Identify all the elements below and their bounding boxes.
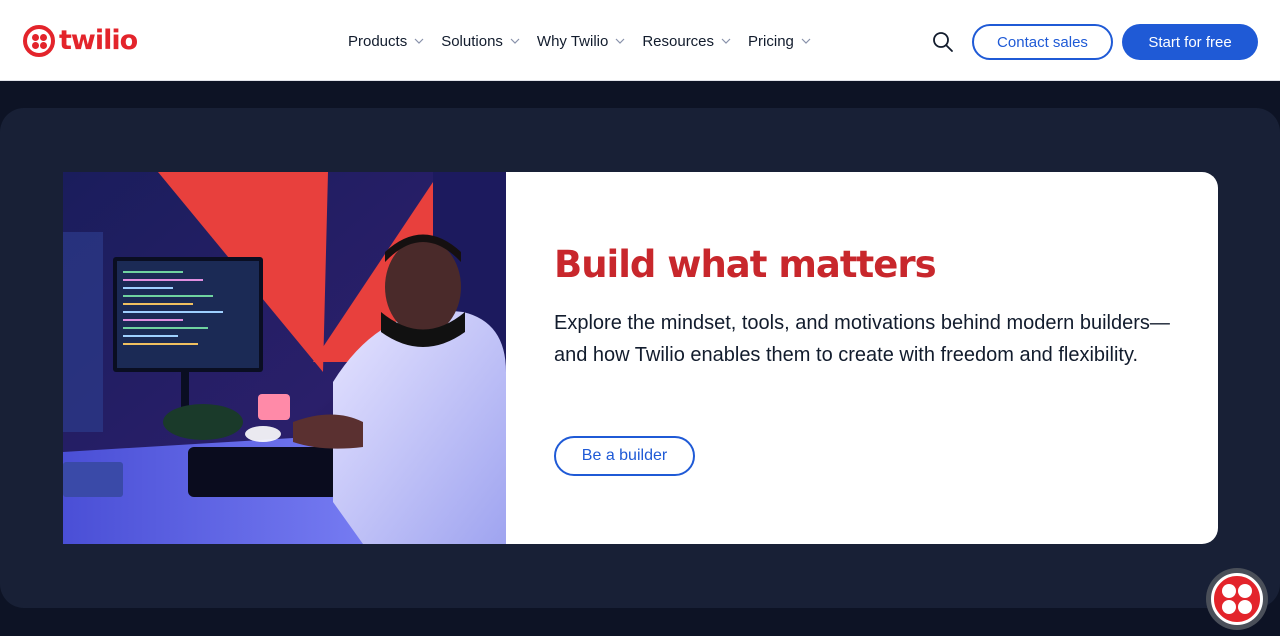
nav-item-products[interactable]: Products — [348, 30, 425, 52]
twilio-logo-icon — [23, 25, 55, 57]
nav-item-label: Resources — [642, 32, 715, 50]
be-a-builder-button[interactable]: Be a builder — [554, 436, 695, 476]
nav-item-solutions[interactable]: Solutions — [441, 30, 521, 52]
hero-card: Build what matters Explore the mindset, … — [63, 172, 1218, 544]
developer-at-desk-photo — [63, 172, 506, 544]
search-icon[interactable] — [931, 30, 955, 54]
chevron-down-icon — [414, 38, 424, 44]
start-for-free-button[interactable]: Start for free — [1122, 24, 1258, 60]
nav-item-label: Pricing — [748, 32, 794, 50]
chat-widget-button[interactable] — [1206, 568, 1268, 630]
chevron-down-icon — [801, 38, 811, 44]
nav-item-label: Why Twilio — [536, 32, 609, 50]
top-nav: twilio Products Solutions Why Twilio Res… — [0, 0, 1280, 81]
nav-item-label: Products — [348, 32, 408, 50]
nav-item-label: Solutions — [441, 32, 503, 50]
hero-description: Explore the mindset, tools, and motivati… — [554, 312, 1170, 366]
chevron-down-icon — [721, 38, 731, 44]
nav-item-why-twilio[interactable]: Why Twilio — [537, 30, 626, 52]
nav-item-pricing[interactable]: Pricing — [748, 30, 812, 52]
contact-sales-button[interactable]: Contact sales — [972, 24, 1113, 60]
hero-title: Build what matters — [554, 243, 937, 286]
logo-text: twilio — [59, 25, 138, 56]
chevron-down-icon — [615, 38, 625, 44]
main-menu: Products Solutions Why Twilio Resources … — [348, 30, 828, 52]
chevron-down-icon — [510, 38, 520, 44]
nav-item-resources[interactable]: Resources — [642, 30, 732, 52]
twilio-logo-icon — [1211, 573, 1263, 625]
twilio-logo[interactable]: twilio — [23, 24, 138, 58]
